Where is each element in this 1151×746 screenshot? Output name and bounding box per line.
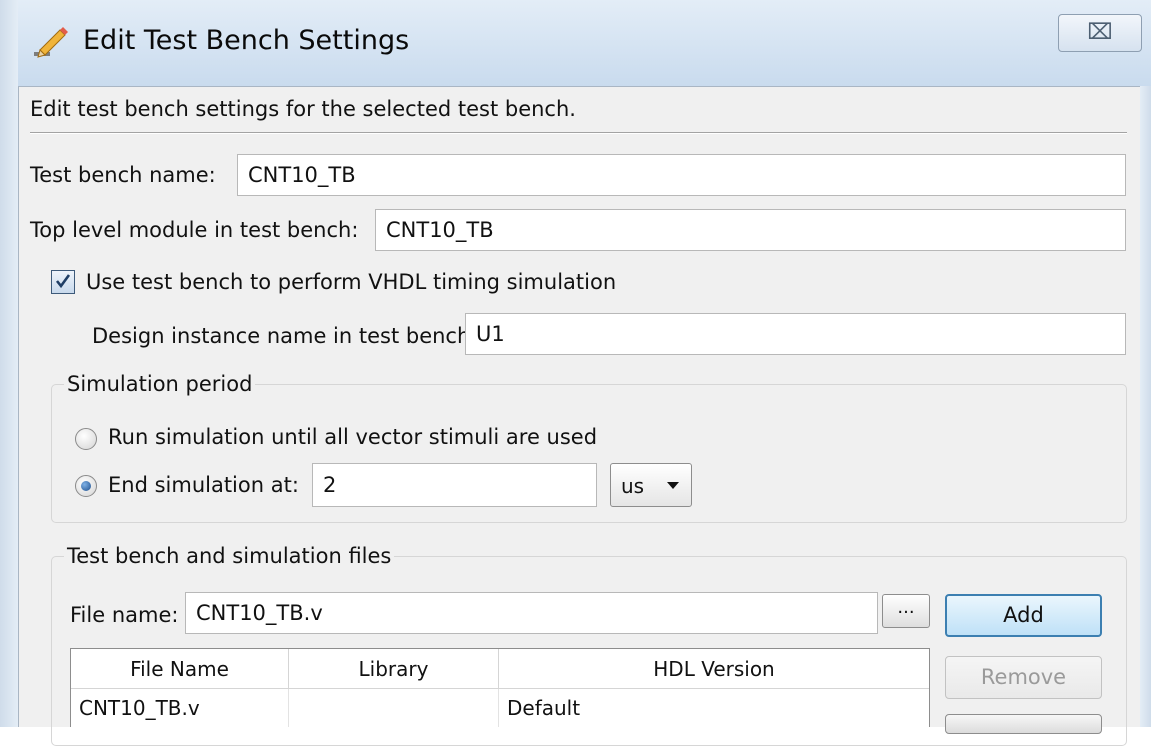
checkmark-icon — [55, 274, 71, 289]
browse-button[interactable]: ... — [882, 594, 930, 628]
add-button[interactable]: Add — [945, 594, 1102, 637]
time-unit-value: us — [621, 474, 645, 498]
table-cell-library[interactable] — [289, 689, 499, 727]
vhdl-timing-checkbox[interactable] — [51, 270, 75, 294]
remove-button[interactable]: Remove — [945, 656, 1102, 699]
run-all-radio[interactable] — [75, 428, 97, 450]
table-cell-hdl-version[interactable]: Default — [499, 689, 929, 727]
files-group-title: Test bench and simulation files — [64, 544, 395, 568]
test-bench-name-label: Test bench name: — [30, 163, 216, 187]
partially-visible-button[interactable] — [945, 714, 1102, 734]
radio-selected-dot — [81, 481, 91, 491]
design-instance-field[interactable] — [465, 313, 1126, 355]
column-header-hdl-version[interactable]: HDL Version — [499, 649, 929, 689]
table-cell-file-name[interactable]: CNT10_TB.v — [71, 689, 289, 727]
pencil-settings-icon — [34, 27, 68, 58]
end-at-field[interactable] — [312, 463, 597, 507]
column-header-file-name[interactable]: File Name — [71, 649, 289, 689]
top-level-module-label: Top level module in test bench: — [30, 218, 359, 242]
close-button[interactable]: ⌧ — [1058, 14, 1142, 52]
column-header-library[interactable]: Library — [289, 649, 499, 689]
window-title: Edit Test Bench Settings — [83, 25, 410, 56]
file-name-field[interactable] — [185, 592, 878, 634]
window-frame-left — [0, 0, 18, 727]
files-table: File Name Library HDL Version CNT10_TB.v… — [70, 648, 930, 727]
dialog-description: Edit test bench settings for the selecte… — [30, 97, 576, 121]
chevron-down-icon — [667, 482, 679, 489]
time-unit-select[interactable]: us — [610, 463, 692, 507]
close-icon: ⌧ — [1087, 20, 1113, 45]
simulation-period-title: Simulation period — [64, 372, 256, 396]
top-level-module-field[interactable] — [375, 209, 1126, 251]
title-bar: Edit Test Bench Settings ⌧ — [0, 0, 1151, 86]
run-all-label: Run simulation until all vector stimuli … — [108, 425, 598, 449]
window-frame-right — [1140, 86, 1151, 727]
end-at-radio[interactable] — [75, 475, 97, 497]
test-bench-name-field[interactable] — [237, 154, 1126, 196]
file-name-label: File name: — [70, 603, 179, 627]
separator — [30, 132, 1127, 134]
design-instance-label: Design instance name in test bench: — [92, 324, 478, 348]
vhdl-timing-label: Use test bench to perform VHDL timing si… — [86, 270, 617, 294]
end-at-label: End simulation at: — [108, 473, 299, 497]
